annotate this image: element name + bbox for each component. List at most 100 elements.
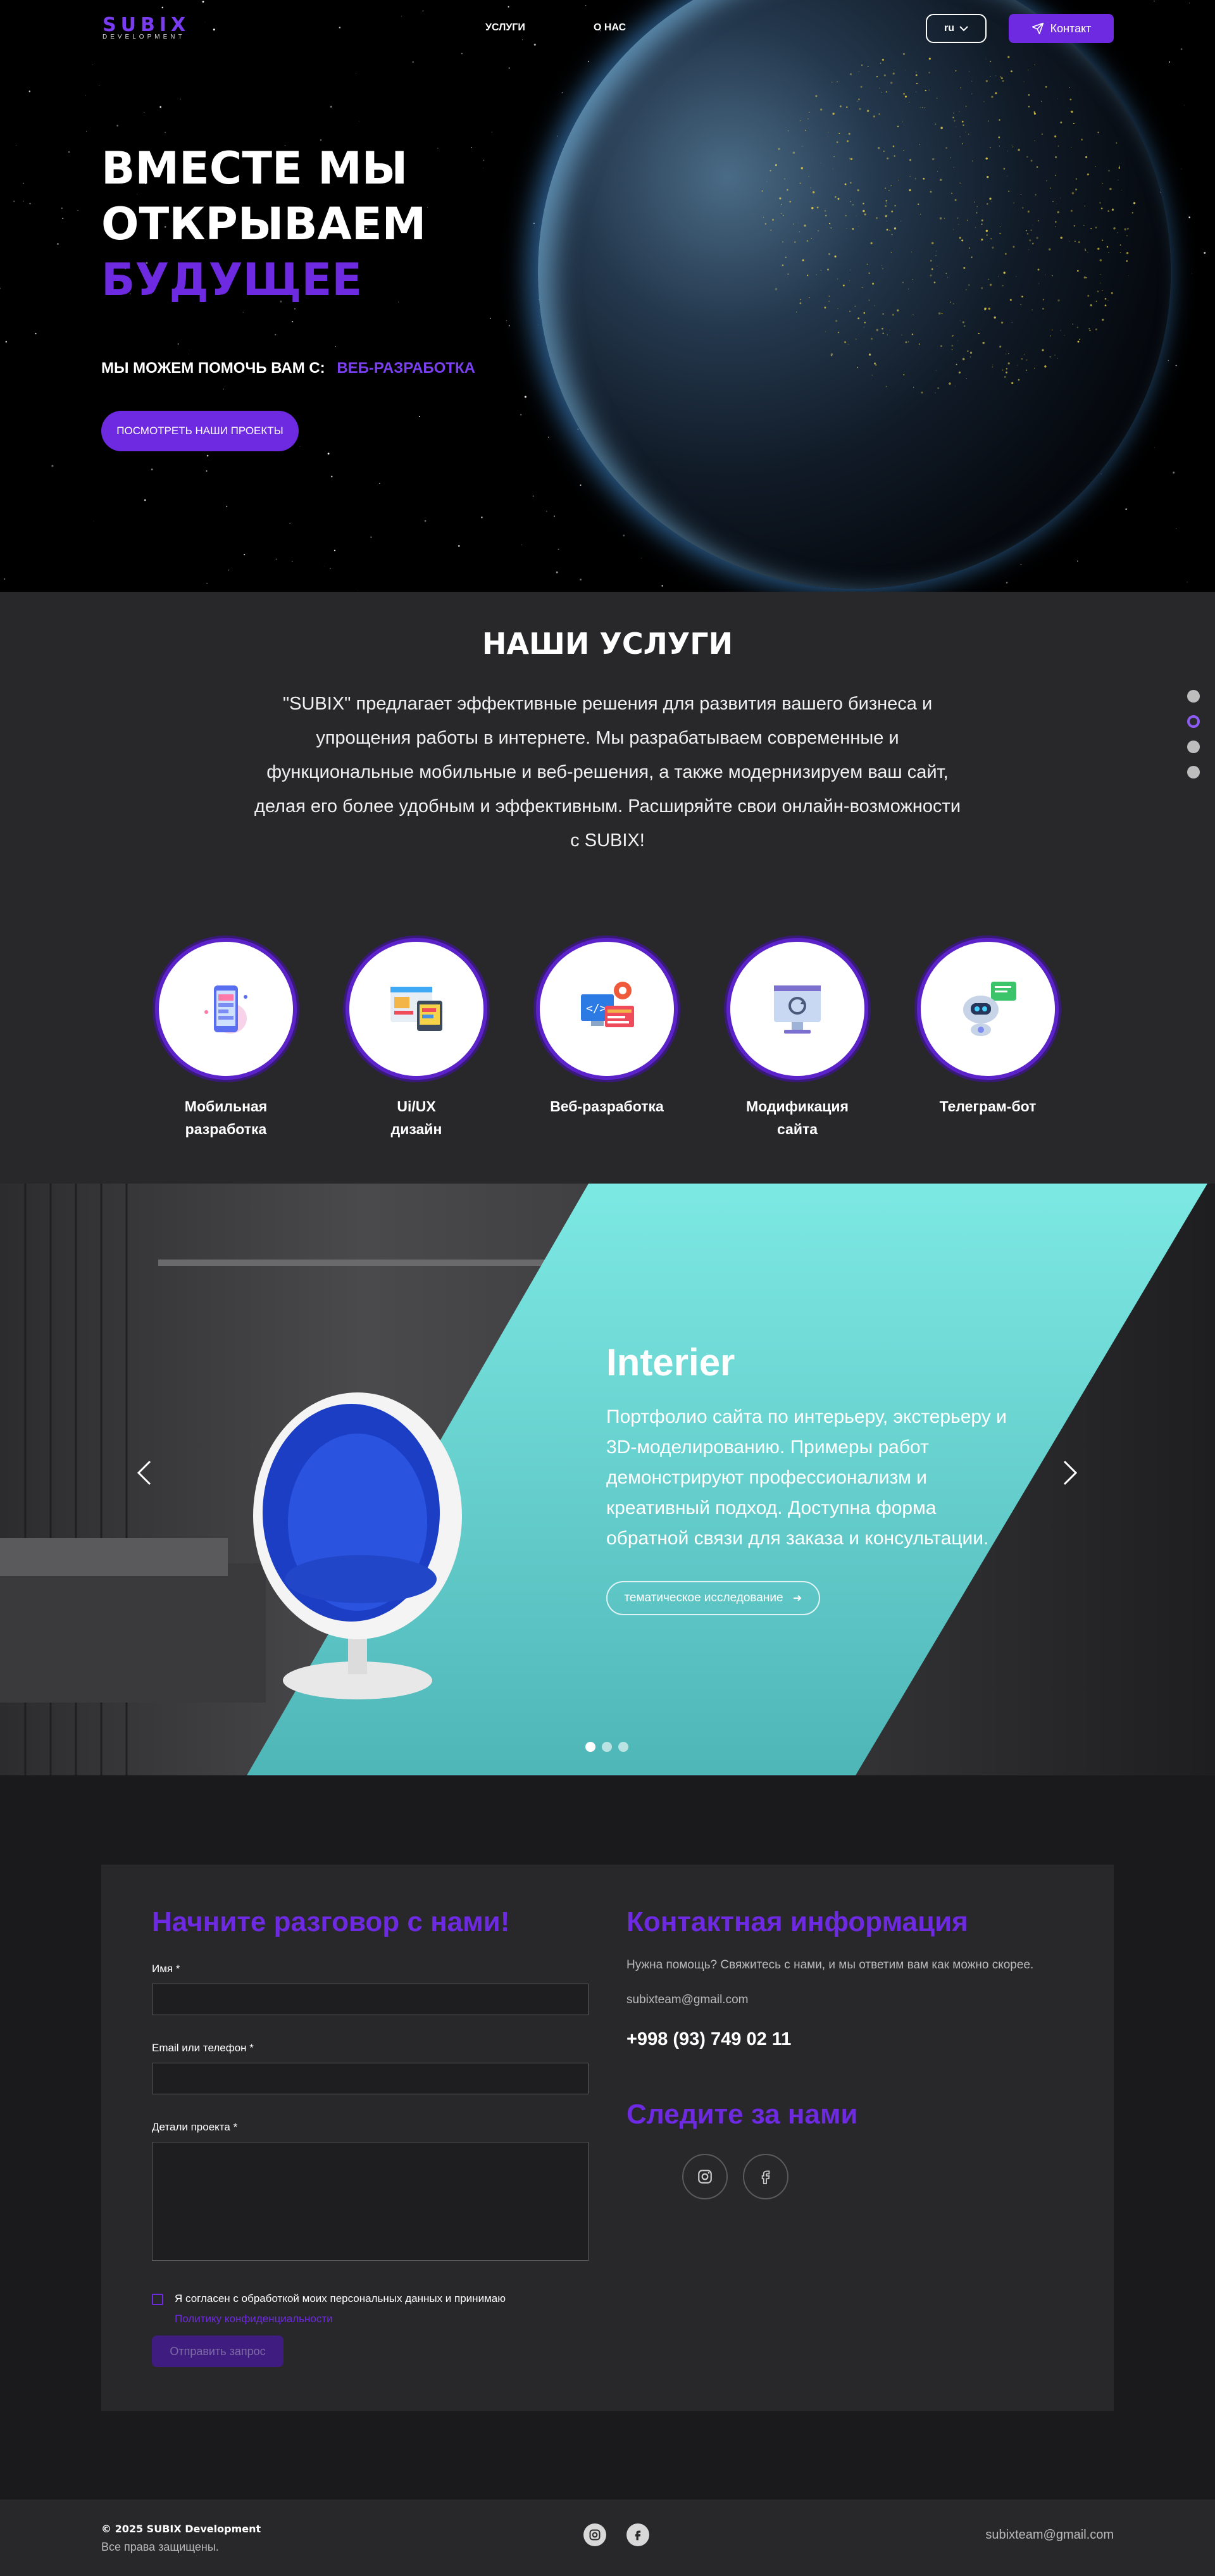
robot-icon [963,982,1016,1036]
section-dot-2[interactable] [1187,715,1200,728]
service-telegram-bot[interactable]: Телеграм-бот [912,938,1064,1118]
contact-email[interactable]: subixteam@gmail.com [626,1993,748,2007]
service-icon-circle [917,938,1059,1080]
view-projects-button[interactable]: ПОСМОТРЕТЬ НАШИ ПРОЕКТЫ [101,411,299,451]
follow-title: Следите за нами [626,2099,858,2130]
contact-info-text: Нужна помощь? Свяжитесь с нами, и мы отв… [626,1958,1034,1972]
service-label-line1: Мобильная [184,1098,268,1115]
slider-dot-3[interactable] [618,1742,628,1752]
contact-section: Начните разговор с нами! Имя * Email или… [0,1775,1215,2499]
nav-about[interactable]: О НАС [594,22,626,34]
portfolio-slider: Interier Портфолио сайта по интерьеру, э… [0,1184,1215,1775]
section-dot-1[interactable] [1187,690,1200,703]
hero-help-label: МЫ МОЖЕМ ПОМОЧЬ ВАМ С: [101,360,325,377]
contact-phone[interactable]: +998 (93) 749 02 11 [626,2029,791,2050]
instagram-button[interactable] [682,2154,728,2199]
chevron-down-icon [959,26,968,32]
footer-facebook-button[interactable] [626,2523,649,2546]
service-label-line1: Телеграм-бот [939,1098,1037,1115]
send-icon [1031,22,1044,35]
slide-title: Interier [606,1341,735,1384]
slider-next-button[interactable] [1062,1459,1078,1493]
email-label: Email или телефон * [152,2042,254,2054]
consent-label: Я согласен с обработкой моих персональны… [175,2292,506,2304]
slider-pagination [585,1742,628,1752]
service-label-line2: сайта [776,1121,818,1137]
hero-title-accent: БУДУЩЕЕ [101,254,363,306]
footer-email[interactable]: subixteam@gmail.com [985,2528,1114,2542]
case-study-button[interactable]: тематическое исследование [606,1581,820,1615]
name-field[interactable] [152,1984,589,2015]
contact-button-label: Контакт [1050,22,1092,35]
svg-text:</>: </> [586,1002,607,1015]
nav-services[interactable]: УСЛУГИ [485,22,525,34]
case-study-label: тематическое исследование [624,1591,783,1604]
service-icon-circle: </> [536,938,678,1080]
service-web[interactable]: </> Веб-разработка [531,938,683,1118]
slider-dot-1[interactable] [585,1742,595,1752]
service-modification[interactable]: Модификация сайта [721,938,873,1141]
logo[interactable]: SUBIX DEVELOPMENT [103,14,190,41]
footer-copyright: © 2025 SUBIX Development [101,2523,261,2535]
site-footer: © 2025 SUBIX Development Все права защищ… [0,2499,1215,2576]
facebook-button[interactable] [743,2154,788,2199]
email-phone-field[interactable] [152,2063,589,2094]
name-label: Имя * [152,1963,180,1975]
service-label-line1: Ui/UX [397,1098,436,1115]
service-label-line2: разработка [185,1121,267,1137]
language-selector[interactable]: ru [926,14,987,43]
logo-subtitle: DEVELOPMENT [103,34,185,41]
mobile-app-icon [204,985,247,1034]
footer-rights: Все права защищены. [101,2541,219,2553]
services-section: НАШИ УСЛУГИ "SUBIX" предлагает эффективн… [0,592,1215,1184]
hero-section: SUBIX DEVELOPMENT УСЛУГИ О НАС ru Контак… [0,0,1215,592]
service-icon-circle [726,938,868,1080]
service-uiux[interactable]: Ui/UX дизайн [340,938,492,1141]
hero-title-line2: ОТКРЫВАЕМ [101,198,427,250]
slider-prev-button[interactable] [136,1459,153,1493]
hero-title-line1: ВМЕСТЕ МЫ [101,142,408,194]
form-title: Начните разговор с нами! [152,1906,510,1937]
consent-text: Я согласен с обработкой моих персональны… [175,2289,506,2329]
service-label-line1: Модификация [746,1098,849,1115]
project-details-field[interactable] [152,2142,589,2261]
facebook-icon [761,2170,770,2184]
service-icon-circle [346,938,487,1080]
site-header: SUBIX DEVELOPMENT УСЛУГИ О НАС ru Контак… [0,0,1215,57]
service-mobile[interactable]: Мобильная разработка [150,938,302,1141]
consent-checkbox[interactable] [152,2294,163,2305]
services-description: "SUBIX" предлагает эффективные решения д… [254,694,961,851]
chevron-right-icon [1063,1460,1078,1485]
submit-button[interactable]: Отправить запрос [152,2335,284,2367]
section-dot-4[interactable] [1187,766,1200,778]
chevron-left-icon [137,1460,151,1485]
language-value: ru [944,23,954,34]
logo-wordmark: SUBIX [103,14,190,36]
service-label: Веб-разработка [531,1095,683,1118]
contact-card: Начните разговор с нами! Имя * Email или… [101,1865,1114,2411]
service-label: Модификация сайта [721,1095,873,1141]
instagram-icon [589,2529,601,2541]
instagram-icon [698,2170,712,2184]
service-label: Ui/UX дизайн [340,1095,492,1141]
arrow-right-icon [793,1595,801,1601]
ui-design-icon [390,987,442,1031]
privacy-policy-link[interactable]: Политику конфиденциальности [175,2309,506,2329]
hero-title: ВМЕСТЕ МЫ ОТКРЫВАЕМ БУДУЩЕЕ [101,141,426,308]
web-dev-icon: </> [581,982,634,1027]
section-dots-nav [1187,690,1202,791]
service-label: Мобильная разработка [150,1095,302,1141]
contact-info-title: Контактная информация [626,1906,968,1937]
service-label-line2: дизайн [390,1121,442,1137]
section-dot-3[interactable] [1187,741,1200,753]
facebook-icon [635,2530,641,2541]
services-title: НАШИ УСЛУГИ [482,627,733,661]
details-label: Детали проекта * [152,2121,238,2133]
service-label: Телеграм-бот [912,1095,1064,1118]
slider-dot-2[interactable] [602,1742,612,1752]
contact-button[interactable]: Контакт [1009,14,1114,43]
site-update-icon [774,985,821,1034]
slide-description: Портфолио сайта по интерьеру, экстерьеру… [606,1406,1007,1549]
hero-help-rotating: ВЕБ-РАЗРАБОТКА [337,360,475,377]
footer-instagram-button[interactable] [583,2523,606,2546]
